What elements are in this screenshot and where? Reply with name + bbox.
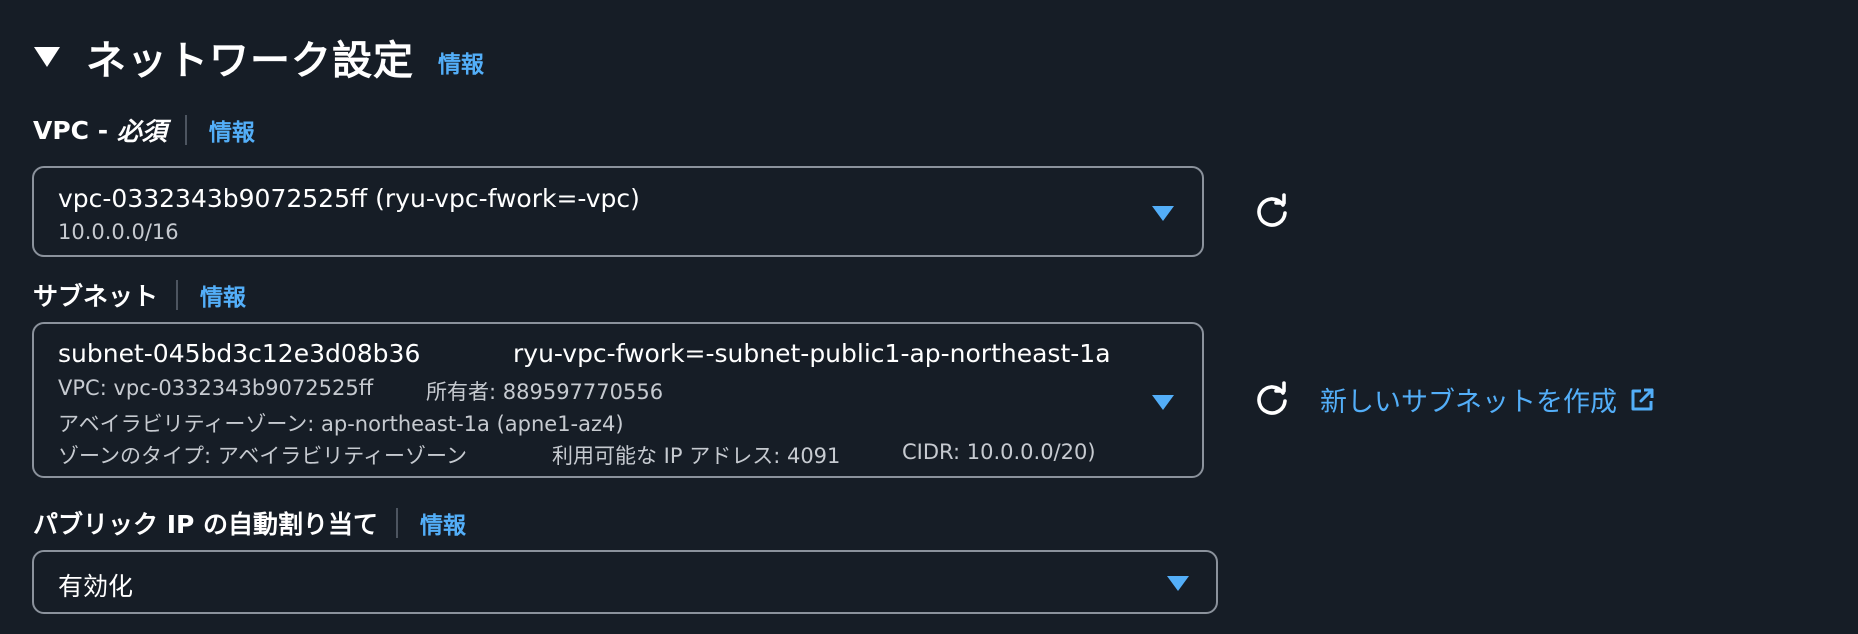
subnet-cidr-text: CIDR: 10.0.0.0/20) [902,440,1096,464]
section-title: ネットワーク設定 [86,38,414,84]
vpc-selected-value: vpc-0332343b9072525ff (ryu-vpc-fwork=-vp… [58,184,640,213]
subnet-select[interactable]: subnet-045bd3c12e3d08b36 ryu-vpc-fwork=-… [32,322,1204,478]
vpc-label-row: VPC - 必須 情報 [33,112,255,148]
section-info-link[interactable]: 情報 [438,45,484,79]
dropdown-arrow-icon [1152,206,1174,221]
subnet-label: サブネット [33,282,159,311]
network-settings-panel: ネットワーク設定 情報 VPC - 必須 情報 vpc-0332343b9072… [0,0,1858,634]
public-ip-selected-value: 有効化 [58,572,134,601]
vpc-select[interactable]: vpc-0332343b9072525ff (ryu-vpc-fwork=-vp… [32,166,1204,257]
public-ip-select[interactable]: 有効化 [32,550,1218,614]
caret-down-icon[interactable] [34,47,60,67]
subnet-vpc-text: VPC: vpc-0332343b9072525ff [58,376,374,400]
vpc-refresh-icon[interactable] [1252,191,1292,231]
subnet-zone-type-text: ゾーンのタイプ: アベイラビリティーゾーン [58,444,467,468]
vpc-label: VPC - [33,115,117,145]
vpc-selected-cidr: 10.0.0.0/16 [58,220,179,244]
public-ip-info-link[interactable]: 情報 [420,506,466,540]
public-ip-label: パブリック IP の自動割り当て [33,510,379,539]
subnet-label-row: サブネット 情報 [33,277,246,313]
external-link-icon [1631,388,1654,410]
subnet-az-text: アベイラビリティーゾーン: ap-northeast-1a (apne1-az4… [58,412,624,436]
create-subnet-link[interactable]: 新しいサブネットを作成 [1320,380,1655,419]
label-divider [176,280,179,310]
subnet-owner-text: 所有者: 889597770556 [426,380,664,404]
label-divider [184,115,187,145]
vpc-required-label: 必須 [116,117,167,146]
create-subnet-label: 新しいサブネットを作成 [1320,387,1617,418]
subnet-available-ip-text: 利用可能な IP アドレス: 4091 [552,444,841,468]
dropdown-arrow-icon [1152,395,1174,410]
subnet-selected-id: subnet-045bd3c12e3d08b36 [58,339,421,368]
subnet-info-link[interactable]: 情報 [200,278,246,312]
vpc-info-link[interactable]: 情報 [209,113,255,147]
subnet-selected-name: ryu-vpc-fwork=-subnet-public1-ap-northea… [513,339,1111,368]
subnet-refresh-icon[interactable] [1252,379,1292,419]
label-divider [396,508,399,538]
section-header[interactable]: ネットワーク設定 情報 [34,28,484,86]
dropdown-arrow-icon [1167,576,1189,591]
public-ip-label-row: パブリック IP の自動割り当て 情報 [33,505,466,541]
